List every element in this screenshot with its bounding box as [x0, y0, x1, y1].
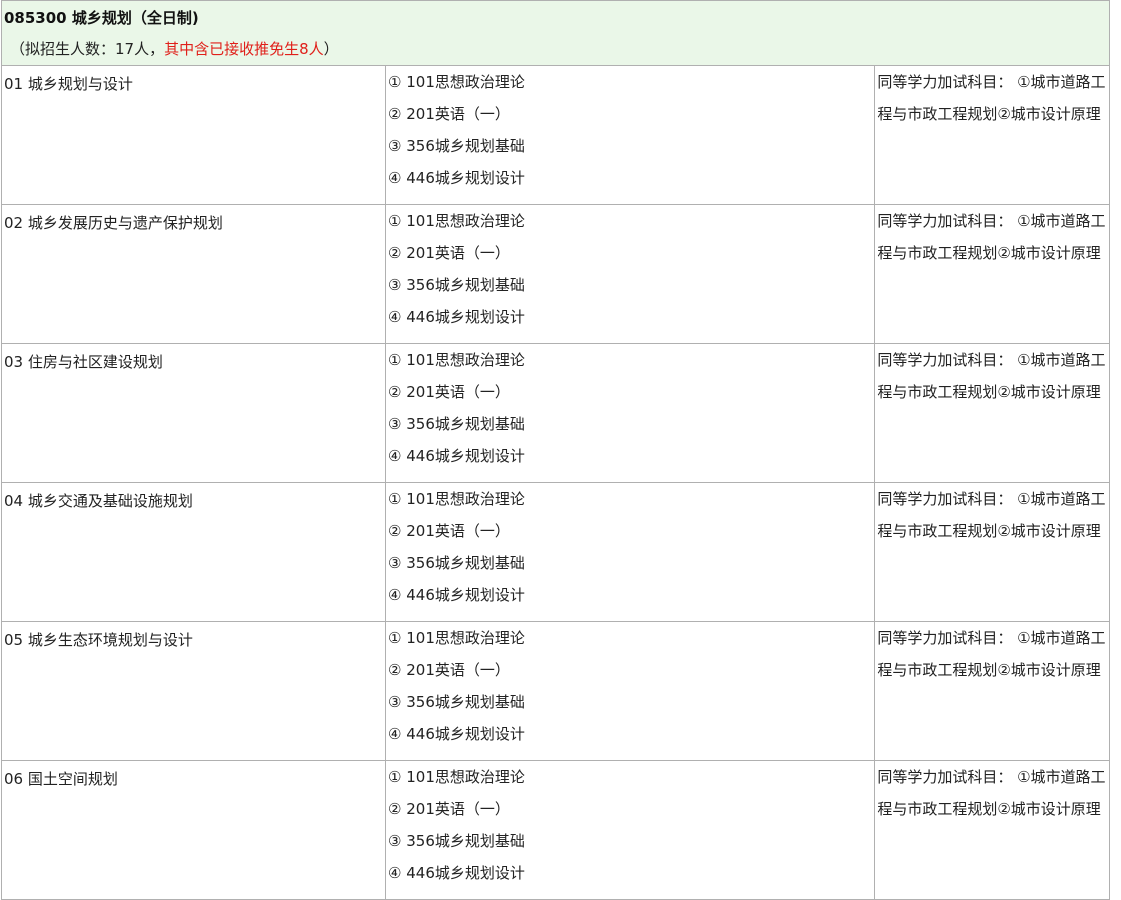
program-header-cell: 085300 城乡规划（全日制) （拟招生人数：17人，其中含已接收推免生8人）	[1, 0, 1110, 66]
exam-subjects: ① 101思想政治理论 ② 201英语（一） ③ 356城乡规划基础 ④ 446城乡规…	[385, 65, 876, 205]
table-row: 03 住房与社区建设规划 ① 101思想政治理论 ② 201英语（一） ③ 356城乡…	[0, 343, 1110, 483]
research-direction: 04 城乡交通及基础设施规划	[0, 482, 387, 622]
program-table-container: 085300 城乡规划（全日制) （拟招生人数：17人，其中含已接收推免生8人）…	[0, 0, 1112, 900]
exam-subject-item: ② 201英语（一）	[388, 522, 510, 540]
exam-subjects: ① 101思想政治理论 ② 201英语（一） ③ 356城乡规划基础 ④ 446城乡规…	[385, 482, 876, 622]
research-direction: 06 国土空间规划	[0, 760, 387, 900]
exam-subject-item: ④ 446城乡规划设计	[388, 308, 525, 326]
research-direction: 05 城乡生态环境规划与设计	[0, 621, 387, 761]
exam-subject-item: ② 201英语（一）	[388, 383, 510, 401]
research-direction: 03 住房与社区建设规划	[0, 343, 387, 483]
exam-subject-item: ④ 446城乡规划设计	[388, 447, 525, 465]
exam-subject-item: ③ 356城乡规划基础	[388, 415, 525, 433]
supplementary-exam-note: 同等学力加试科目： ①城市道路工程与市政工程规划②城市设计原理	[874, 760, 1110, 900]
enrollment-close: ）	[323, 40, 339, 58]
table-row: 05 城乡生态环境规划与设计 ① 101思想政治理论 ② 201英语（一） ③ 356…	[0, 621, 1110, 761]
exam-subjects: ① 101思想政治理论 ② 201英语（一） ③ 356城乡规划基础 ④ 446城乡规…	[385, 760, 876, 900]
program-header-row: 085300 城乡规划（全日制) （拟招生人数：17人，其中含已接收推免生8人）	[1, 0, 1110, 66]
supplementary-exam-note: 同等学力加试科目： ①城市道路工程与市政工程规划②城市设计原理	[874, 343, 1110, 483]
exam-subject-item: ④ 446城乡规划设计	[388, 586, 525, 604]
enrollment-info: （拟招生人数：17人，其中含已接收推免生8人）	[2, 26, 1109, 57]
exam-subjects: ① 101思想政治理论 ② 201英语（一） ③ 356城乡规划基础 ④ 446城乡规…	[385, 621, 876, 761]
exam-subject-item: ③ 356城乡规划基础	[388, 693, 525, 711]
supplementary-exam-note: 同等学力加试科目： ①城市道路工程与市政工程规划②城市设计原理	[874, 621, 1110, 761]
supplementary-exam-note: 同等学力加试科目： ①城市道路工程与市政工程规划②城市设计原理	[874, 65, 1110, 205]
exam-subject-item: ② 201英语（一）	[388, 800, 510, 818]
table-row: 06 国土空间规划 ① 101思想政治理论 ② 201英语（一） ③ 356城乡规划基…	[0, 760, 1110, 900]
exam-subject-item: ③ 356城乡规划基础	[388, 276, 525, 294]
program-title: 085300 城乡规划（全日制)	[4, 9, 199, 27]
supplementary-exam-note: 同等学力加试科目： ①城市道路工程与市政工程规划②城市设计原理	[874, 482, 1110, 622]
exam-subject-item: ② 201英语（一）	[388, 105, 510, 123]
exam-subject-item: ④ 446城乡规划设计	[388, 864, 525, 882]
program-table: 085300 城乡规划（全日制) （拟招生人数：17人，其中含已接收推免生8人）…	[0, 0, 1110, 900]
exam-subject-item: ③ 356城乡规划基础	[388, 554, 525, 572]
exam-subject-item: ③ 356城乡规划基础	[388, 137, 525, 155]
exam-subject-item: ① 101思想政治理论	[388, 212, 525, 230]
exam-subjects: ① 101思想政治理论 ② 201英语（一） ③ 356城乡规划基础 ④ 446城乡规…	[385, 204, 876, 344]
supplementary-exam-note: 同等学力加试科目： ①城市道路工程与市政工程规划②城市设计原理	[874, 204, 1110, 344]
exam-subject-item: ③ 356城乡规划基础	[388, 832, 525, 850]
exam-subject-item: ① 101思想政治理论	[388, 629, 525, 647]
enrollment-count: （拟招生人数：17人，	[10, 40, 165, 58]
exam-subject-item: ② 201英语（一）	[388, 244, 510, 262]
exam-subject-item: ① 101思想政治理论	[388, 351, 525, 369]
table-row: 01 城乡规划与设计 ① 101思想政治理论 ② 201英语（一） ③ 356城乡规划…	[0, 65, 1110, 205]
exam-subject-item: ④ 446城乡规划设计	[388, 725, 525, 743]
exam-subjects: ① 101思想政治理论 ② 201英语（一） ③ 356城乡规划基础 ④ 446城乡规…	[385, 343, 876, 483]
exam-subject-item: ① 101思想政治理论	[388, 490, 525, 508]
exam-subject-item: ④ 446城乡规划设计	[388, 169, 525, 187]
table-row: 04 城乡交通及基础设施规划 ① 101思想政治理论 ② 201英语（一） ③ 356…	[0, 482, 1110, 622]
table-row: 02 城乡发展历史与遗产保护规划 ① 101思想政治理论 ② 201英语（一） ③ 3…	[0, 204, 1110, 344]
exam-subject-item: ① 101思想政治理论	[388, 768, 525, 786]
enrollment-exempt-note: 其中含已接收推免生8人	[164, 40, 324, 58]
research-direction: 01 城乡规划与设计	[0, 65, 387, 205]
exam-subject-item: ① 101思想政治理论	[388, 73, 525, 91]
exam-subject-item: ② 201英语（一）	[388, 661, 510, 679]
research-direction: 02 城乡发展历史与遗产保护规划	[0, 204, 387, 344]
